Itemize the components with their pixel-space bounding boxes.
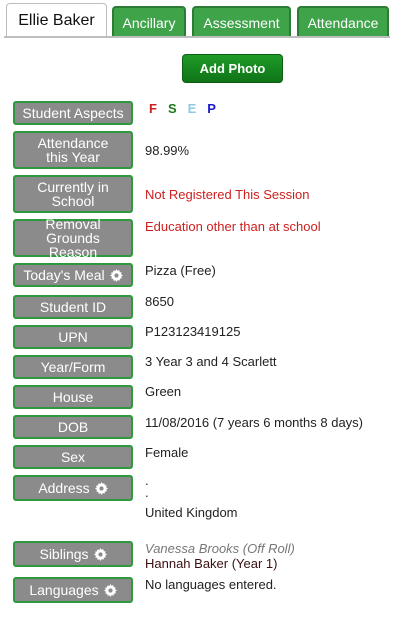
- address-country: United Kingdom: [145, 505, 238, 520]
- student-aspects-label-text: Student Aspects: [22, 105, 124, 121]
- removal-grounds-value: Education other than at school: [145, 219, 321, 234]
- aspect-s[interactable]: S: [168, 101, 177, 116]
- aspect-e[interactable]: E: [188, 101, 197, 116]
- sex-label[interactable]: Sex: [13, 445, 133, 469]
- todays-meal-value: Pizza (Free): [145, 263, 216, 278]
- house-value: Green: [145, 384, 182, 399]
- address-gear-icon[interactable]: [94, 481, 108, 495]
- tab-divider: [4, 36, 390, 38]
- aspect-f[interactable]: F: [149, 101, 157, 116]
- tab-attendance[interactable]: Attendance: [297, 6, 389, 37]
- year-form-value: 3 Year 3 and 4 Scarlett: [145, 354, 277, 369]
- todays-meal-label[interactable]: Today's Meal: [13, 263, 133, 287]
- meal-gear-icon[interactable]: [109, 268, 123, 282]
- year-form-label-text: Year/Form: [40, 359, 106, 375]
- sibling-item[interactable]: Hannah Baker (Year 1): [145, 556, 278, 571]
- house-label[interactable]: House: [13, 385, 133, 409]
- address-label-text: Address: [38, 480, 90, 496]
- sex-label-text: Sex: [60, 449, 86, 465]
- student-id-label-text: Student ID: [39, 299, 107, 315]
- dob-value: 11/08/2016 (7 years 6 months 8 days): [145, 415, 363, 430]
- languages-label-text: Languages: [29, 582, 99, 598]
- languages-value: No languages entered.: [145, 577, 277, 592]
- tab-student-name[interactable]: Ellie Baker: [6, 3, 107, 38]
- student-id-value: 8650: [145, 294, 174, 309]
- in-school-value: Not Registered This Session: [145, 187, 310, 202]
- aspect-p[interactable]: P: [207, 101, 216, 116]
- upn-value: P123123419125: [145, 324, 241, 339]
- in-school-label-text: Currently in School: [37, 179, 109, 209]
- add-photo-button[interactable]: Add Photo: [182, 54, 283, 83]
- languages-gear-icon[interactable]: [103, 583, 117, 597]
- tab-assessment[interactable]: Assessment: [192, 6, 291, 37]
- upn-label-text: UPN: [58, 329, 88, 345]
- todays-meal-label-text: Today's Meal: [23, 267, 105, 283]
- dob-label-text: DOB: [57, 419, 89, 435]
- attendance-value: 98.99%: [145, 143, 190, 158]
- student-aspects-value: FSEP: [149, 101, 227, 116]
- in-school-label[interactable]: Currently in School: [13, 175, 133, 213]
- student-aspects-label[interactable]: Student Aspects: [13, 101, 133, 125]
- student-id-label[interactable]: Student ID: [13, 295, 133, 319]
- attendance-label[interactable]: Attendance this Year: [13, 131, 133, 169]
- upn-label[interactable]: UPN: [13, 325, 133, 349]
- removal-grounds-label[interactable]: Removal Grounds Reason: [13, 216, 133, 260]
- house-label-text: House: [52, 389, 94, 405]
- tab-bar: Ellie Baker Ancillary Assessment Attenda…: [0, 0, 394, 38]
- siblings-label[interactable]: Siblings: [13, 541, 133, 567]
- attendance-label-text: Attendance this Year: [37, 135, 109, 165]
- sibling-item[interactable]: Vanessa Brooks (Off Roll): [145, 541, 295, 556]
- removal-grounds-label-text: Removal Grounds Reason: [45, 216, 101, 260]
- siblings-label-text: Siblings: [39, 546, 89, 562]
- languages-label[interactable]: Languages: [13, 577, 133, 603]
- address-label[interactable]: Address: [13, 475, 133, 501]
- siblings-gear-icon[interactable]: [93, 547, 107, 561]
- sex-value: Female: [145, 445, 189, 460]
- dob-label[interactable]: DOB: [13, 415, 133, 439]
- year-form-label[interactable]: Year/Form: [13, 355, 133, 379]
- address-line-2: .: [145, 485, 149, 500]
- tab-ancillary[interactable]: Ancillary: [112, 6, 186, 37]
